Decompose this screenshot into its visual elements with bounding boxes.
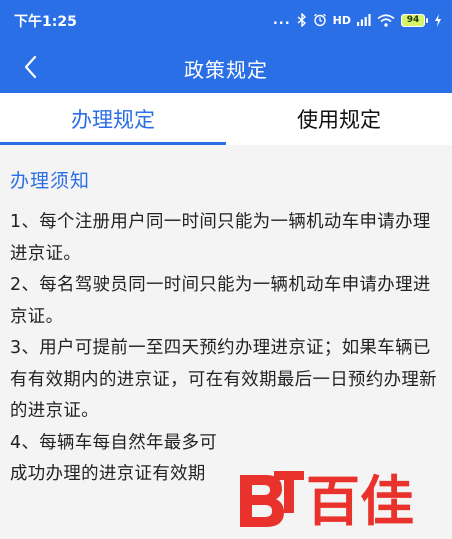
tab-usage-rules[interactable]: 使用规定 <box>226 93 452 145</box>
section-title: 办理须知 <box>10 170 91 192</box>
nav-bar: 政策规定 <box>0 42 452 92</box>
svg-text:百佳: 百佳 <box>306 470 414 533</box>
status-bar: 下午1:25 ... HD 94 <box>0 0 452 40</box>
rule-item: 3、用户可提前一至四天预约办理进京证；如果车辆已有有效期内的进京证，可在有效期最… <box>10 338 437 421</box>
more-dots-icon: ... <box>272 12 291 28</box>
tab-bar: 办理规定 使用规定 <box>0 93 452 145</box>
wifi-icon <box>377 13 395 27</box>
rule-item: 4、每辆车每自然年最多可 <box>10 432 218 453</box>
status-icons: ... HD 94 <box>273 10 442 30</box>
bluetooth-icon <box>297 13 306 27</box>
status-time: 下午1:25 <box>14 14 77 30</box>
rules-list: 1、每个注册用户同一时间只能为一辆机动车申请办理进京证。 2、每名驾驶员同一时间… <box>10 207 442 491</box>
rule-item: 1、每个注册用户同一时间只能为一辆机动车申请办理进京证。 <box>10 212 431 264</box>
signal-hd-icon: HD <box>332 13 351 27</box>
battery-icon: 94 <box>401 13 428 27</box>
watermark-logo: 百佳 <box>240 470 414 533</box>
app-header: 下午1:25 ... HD 94 政策规定 <box>0 0 452 93</box>
alarm-icon <box>313 13 326 27</box>
tab-handling-rules[interactable]: 办理规定 <box>0 93 226 145</box>
charging-icon <box>435 13 441 27</box>
signal-bars-icon <box>357 14 371 26</box>
page-title: 政策规定 <box>184 58 268 82</box>
rule-item: 2、每名驾驶员同一时间只能为一辆机动车申请办理进京证。 <box>10 275 431 327</box>
